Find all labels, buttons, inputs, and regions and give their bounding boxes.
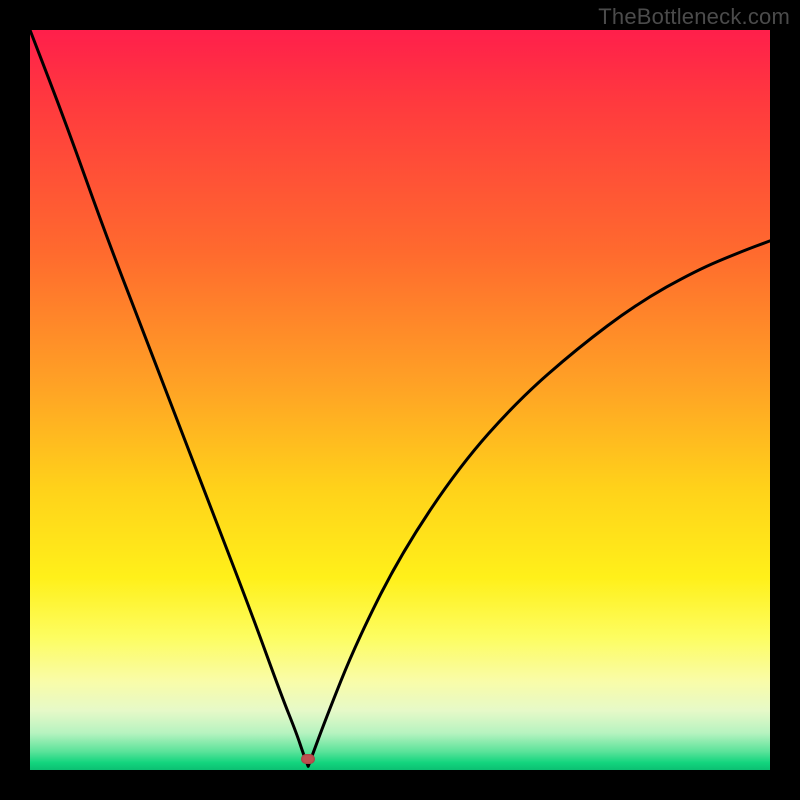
watermark-text: TheBottleneck.com — [598, 4, 790, 30]
bottleneck-curve — [30, 30, 770, 770]
plot-area — [30, 30, 770, 770]
trough-marker — [301, 754, 315, 764]
chart-frame: TheBottleneck.com — [0, 0, 800, 800]
curve-path — [30, 30, 770, 766]
